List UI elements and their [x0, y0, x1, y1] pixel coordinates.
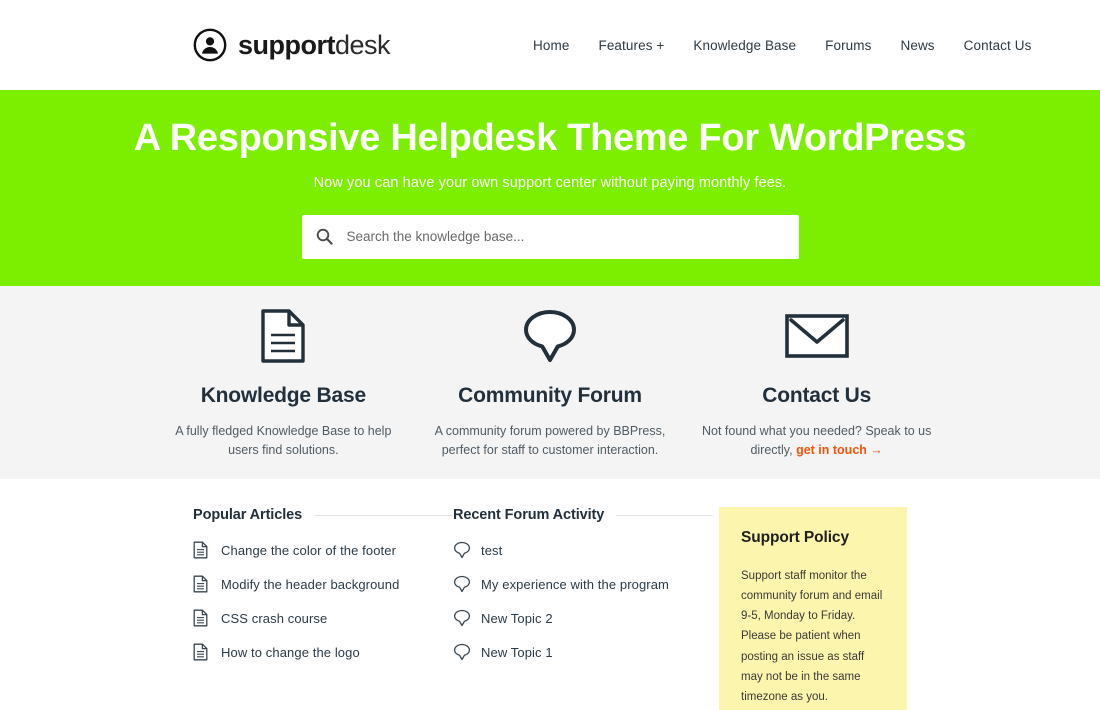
- get-in-touch-link[interactable]: get in touch →: [796, 443, 883, 457]
- hero-title: A Responsive Helpdesk Theme For WordPres…: [133, 117, 967, 159]
- list-item[interactable]: New Topic 2: [453, 601, 713, 635]
- list-item-label[interactable]: Modify the header background: [221, 577, 399, 592]
- support-policy-column: Support Policy Support staff monitor the…: [719, 507, 907, 710]
- feature-description: A fully fledged Knowledge Base to help u…: [175, 424, 392, 457]
- nav-features[interactable]: Features +: [598, 38, 664, 53]
- list-item-label[interactable]: How to change the logo: [221, 645, 360, 660]
- recent-forum-activity-column: Recent Forum Activity test My experience…: [453, 507, 713, 710]
- content-section: Popular Articles Change the color of the…: [0, 479, 1100, 710]
- brand-light: desk: [335, 29, 391, 60]
- article-icon: [193, 575, 208, 593]
- site-logo[interactable]: supportdesk: [193, 28, 391, 62]
- nav-forums[interactable]: Forums: [825, 38, 871, 53]
- list-item-label[interactable]: test: [481, 543, 502, 558]
- speech-bubble-icon: [435, 308, 666, 364]
- nav-knowledge-base[interactable]: Knowledge Base: [693, 38, 796, 53]
- hero-subtitle: Now you can have your own support center…: [313, 174, 787, 191]
- search-input[interactable]: [346, 229, 785, 245]
- document-icon: [168, 308, 399, 364]
- hero-banner: A Responsive Helpdesk Theme For WordPres…: [0, 90, 1100, 286]
- brand-strong: support: [238, 29, 336, 60]
- nav-home[interactable]: Home: [533, 38, 569, 53]
- list-item[interactable]: New Topic 1: [453, 635, 713, 669]
- feature-description: Not found what you needed? Speak to us d…: [701, 422, 932, 460]
- comment-icon: [453, 609, 471, 627]
- feature-knowledge-base[interactable]: Knowledge Base A fully fledged Knowledge…: [150, 308, 417, 479]
- list-item-label[interactable]: New Topic 2: [481, 611, 553, 626]
- search-icon: [316, 228, 333, 245]
- list-item[interactable]: Change the color of the footer: [193, 533, 453, 567]
- list-item-label[interactable]: My experience with the program: [481, 577, 669, 592]
- site-header: supportdesk Home Features + Knowledge Ba…: [0, 0, 1100, 90]
- knowledge-base-search[interactable]: [301, 214, 799, 259]
- support-policy-title: Support Policy: [741, 529, 849, 546]
- support-policy-body: Support staff monitor the community foru…: [741, 570, 883, 703]
- list-item[interactable]: Modify the header background: [193, 567, 453, 601]
- comment-icon: [453, 575, 471, 593]
- feature-description: A community forum powered by BBPress, pe…: [434, 424, 666, 457]
- list-item-label[interactable]: CSS crash course: [221, 611, 327, 626]
- feature-title: Community Forum: [458, 384, 642, 407]
- recent-forum-activity-header: Recent Forum Activity: [453, 507, 713, 523]
- feature-title: Contact Us: [762, 384, 872, 407]
- comment-icon: [453, 541, 471, 559]
- brand-wordmark: supportdesk: [238, 29, 391, 60]
- popular-articles-list: Change the color of the footer Modify th…: [193, 533, 453, 669]
- support-policy-box: Support Policy Support staff monitor the…: [719, 507, 907, 710]
- popular-articles-title: Popular Articles: [193, 507, 303, 523]
- envelope-icon: [701, 308, 932, 364]
- nav-contact-us[interactable]: Contact Us: [964, 38, 1032, 53]
- list-item[interactable]: My experience with the program: [453, 567, 713, 601]
- article-icon: [193, 541, 208, 559]
- features-section: Knowledge Base A fully fledged Knowledge…: [0, 286, 1100, 479]
- page-root: supportdesk Home Features + Knowledge Ba…: [0, 0, 1100, 710]
- feature-community-forum[interactable]: Community Forum A community forum powere…: [417, 308, 684, 479]
- feature-contact-us[interactable]: Contact Us Not found what you needed? Sp…: [683, 308, 950, 479]
- section-divider: [616, 514, 713, 516]
- recent-forum-activity-title: Recent Forum Activity: [453, 507, 605, 523]
- list-item[interactable]: CSS crash course: [193, 601, 453, 635]
- article-icon: [193, 609, 208, 627]
- section-divider: [314, 514, 453, 516]
- popular-articles-header: Popular Articles: [193, 507, 453, 523]
- article-icon: [193, 643, 208, 661]
- comment-icon: [453, 643, 471, 661]
- main-navigation: Home Features + Knowledge Base Forums Ne…: [533, 38, 1031, 53]
- list-item-label[interactable]: Change the color of the footer: [221, 543, 396, 558]
- list-item[interactable]: test: [453, 533, 713, 567]
- feature-title: Knowledge Base: [200, 384, 366, 407]
- list-item-label[interactable]: New Topic 1: [481, 645, 553, 660]
- user-circle-icon: [193, 28, 227, 62]
- popular-articles-column: Popular Articles Change the color of the…: [193, 507, 453, 710]
- list-item[interactable]: How to change the logo: [193, 635, 453, 669]
- recent-forum-activity-list: test My experience with the program New …: [453, 533, 713, 669]
- nav-news[interactable]: News: [900, 38, 934, 53]
